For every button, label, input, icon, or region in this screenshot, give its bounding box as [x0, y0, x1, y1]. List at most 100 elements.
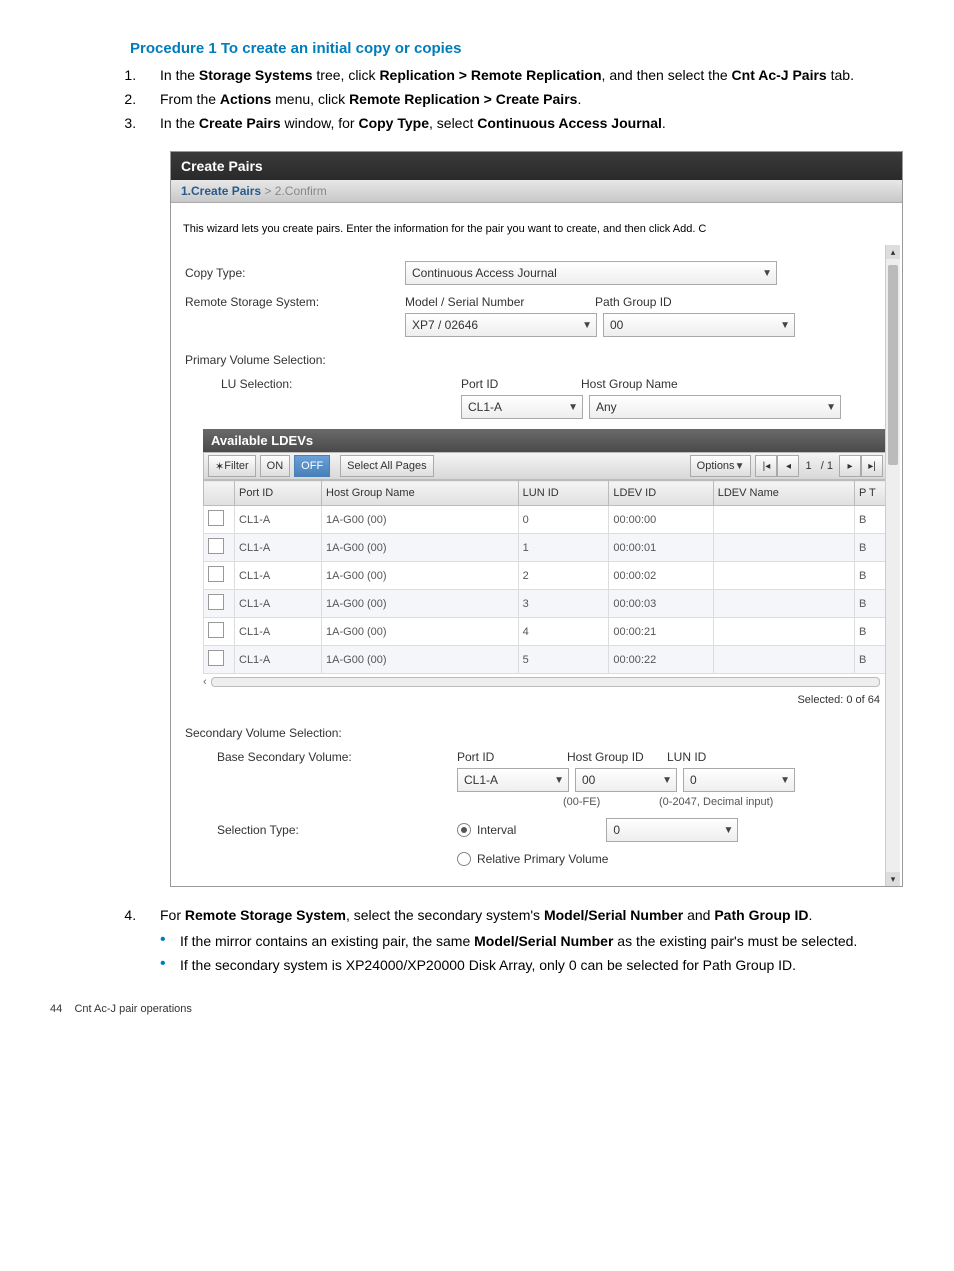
- row-checkbox[interactable]: [208, 566, 224, 582]
- text: Create Pairs: [199, 115, 281, 131]
- options-label: Options: [697, 460, 735, 472]
- text: tree, click: [313, 67, 380, 83]
- text: Storage Systems: [199, 67, 313, 83]
- scroll-down-icon[interactable]: ▾: [886, 872, 900, 886]
- row-checkbox[interactable]: [208, 510, 224, 526]
- filter-on-button[interactable]: ON: [260, 455, 291, 477]
- interval-select[interactable]: 0 ▼: [606, 818, 738, 842]
- cell-name: [713, 562, 854, 590]
- sec-lun-id-select[interactable]: 0 ▼: [683, 768, 795, 792]
- step-1: In the Storage Systems tree, click Repli…: [140, 67, 904, 83]
- row-checkbox[interactable]: [208, 622, 224, 638]
- text: If the mirror contains an existing pair,…: [180, 933, 474, 949]
- horizontal-scrollbar[interactable]: ‹›: [203, 674, 888, 690]
- col-lun-id[interactable]: LUN ID: [518, 481, 609, 506]
- cell-name: [713, 646, 854, 674]
- text: menu, click: [271, 91, 349, 107]
- text: Actions: [220, 91, 271, 107]
- chevron-down-icon: ▼: [780, 320, 790, 331]
- crumb-confirm[interactable]: 2.Confirm: [275, 184, 327, 198]
- sec-host-group-select[interactable]: 00 ▼: [575, 768, 677, 792]
- cell-port: CL1-A: [235, 590, 322, 618]
- cell-name: [713, 618, 854, 646]
- model-serial-select[interactable]: XP7 / 02646 ▼: [405, 313, 597, 337]
- col-port-id[interactable]: Port ID: [235, 481, 322, 506]
- table-row[interactable]: CL1-A1A-G00 (00)400:00:21B: [204, 618, 888, 646]
- table-row[interactable]: CL1-A1A-G00 (00)500:00:22B: [204, 646, 888, 674]
- sec-host-group-value: 00: [582, 773, 595, 787]
- cell-pt: B: [855, 562, 888, 590]
- vertical-scrollbar[interactable]: ▴ ▾: [885, 245, 900, 886]
- sec-lun-hint: (0-2047, Decimal input): [659, 796, 773, 808]
- cell-port: CL1-A: [235, 506, 322, 534]
- col-host-group[interactable]: Host Group Name: [322, 481, 519, 506]
- page-prev-button[interactable]: ◂: [777, 455, 799, 477]
- primary-volume-label: Primary Volume Selection:: [185, 353, 888, 367]
- scroll-thumb[interactable]: [888, 265, 898, 465]
- text: Path Group ID: [714, 907, 808, 923]
- cell-hg: 1A-G00 (00): [322, 646, 519, 674]
- step-4: For Remote Storage System, select the se…: [140, 907, 904, 973]
- col-pt[interactable]: P T: [855, 481, 888, 506]
- row-checkbox[interactable]: [208, 594, 224, 610]
- secondary-volume-label: Secondary Volume Selection:: [185, 726, 888, 740]
- sec-host-group-label: Host Group ID: [567, 750, 667, 764]
- base-secondary-label: Base Secondary Volume:: [203, 750, 457, 764]
- cell-lun: 0: [518, 506, 609, 534]
- sec-port-id-select[interactable]: CL1-A ▼: [457, 768, 569, 792]
- chevron-down-icon: ▼: [582, 320, 592, 331]
- copy-type-label: Copy Type:: [185, 266, 405, 280]
- wizard-breadcrumb: 1.Create Pairs > 2.Confirm: [171, 180, 902, 203]
- scroll-up-icon[interactable]: ▴: [886, 245, 900, 259]
- table-row[interactable]: CL1-A1A-G00 (00)000:00:00 B: [204, 506, 888, 534]
- cell-hg: 1A-G00 (00): [322, 618, 519, 646]
- row-checkbox[interactable]: [208, 538, 224, 554]
- procedure-title: Procedure 1 To create an initial copy or…: [130, 40, 904, 57]
- page-next-button[interactable]: ▸: [839, 455, 861, 477]
- page-total: / 1: [821, 460, 833, 472]
- chapter-title: Cnt Ac-J pair operations: [74, 1003, 191, 1015]
- radio-relative-label: Relative Primary Volume: [477, 852, 608, 866]
- sec-port-id-value: CL1-A: [464, 773, 498, 787]
- chevron-down-icon: ▼: [735, 461, 745, 472]
- text: Remote Replication > Create Pairs: [349, 91, 577, 107]
- filter-off-button[interactable]: OFF: [294, 455, 330, 477]
- port-id-select[interactable]: CL1-A ▼: [461, 395, 583, 419]
- model-serial-label: Model / Serial Number: [405, 295, 595, 309]
- text: and: [683, 907, 714, 923]
- select-all-pages-button[interactable]: Select All Pages: [340, 455, 434, 477]
- text: Cnt Ac-J Pairs: [732, 67, 827, 83]
- radio-relative-primary[interactable]: [457, 852, 471, 866]
- cell-hg: 1A-G00 (00): [322, 506, 519, 534]
- cell-lun: 4: [518, 618, 609, 646]
- col-ldev-name[interactable]: LDEV Name: [713, 481, 854, 506]
- table-row[interactable]: CL1-A1A-G00 (00)200:00:02B: [204, 562, 888, 590]
- cell-ldev: 00:00:00: [609, 506, 713, 534]
- cell-pt: B: [855, 506, 888, 534]
- text: Continuous Access Journal: [477, 115, 662, 131]
- cell-hg: 1A-G00 (00): [322, 590, 519, 618]
- cell-ldev: 00:00:01: [609, 534, 713, 562]
- col-ldev-id[interactable]: LDEV ID: [609, 481, 713, 506]
- radio-interval[interactable]: [457, 823, 471, 837]
- page-first-button[interactable]: |◂: [755, 455, 777, 477]
- options-button[interactable]: Options ▼: [690, 455, 752, 477]
- page-last-button[interactable]: ▸|: [861, 455, 883, 477]
- table-row[interactable]: CL1-A1A-G00 (00)300:00:03B: [204, 590, 888, 618]
- selection-type-label: Selection Type:: [203, 823, 457, 837]
- sec-lun-id-label: LUN ID: [667, 750, 706, 764]
- row-checkbox[interactable]: [208, 650, 224, 666]
- copy-type-select[interactable]: Continuous Access Journal ▼: [405, 261, 777, 285]
- text: For: [160, 907, 185, 923]
- table-row[interactable]: CL1-A1A-G00 (00)100:00:01B: [204, 534, 888, 562]
- text: , select: [429, 115, 477, 131]
- chevron-down-icon: ▼: [662, 775, 672, 786]
- interval-value: 0: [613, 823, 620, 837]
- text: Replication > Remote Replication: [379, 67, 601, 83]
- path-group-select[interactable]: 00 ▼: [603, 313, 795, 337]
- host-group-select[interactable]: Any ▼: [589, 395, 841, 419]
- text: In the: [160, 115, 199, 131]
- page-current: 1: [805, 460, 811, 472]
- crumb-create-pairs[interactable]: 1.Create Pairs: [181, 184, 261, 198]
- filter-button[interactable]: ✶ Filter: [208, 455, 256, 477]
